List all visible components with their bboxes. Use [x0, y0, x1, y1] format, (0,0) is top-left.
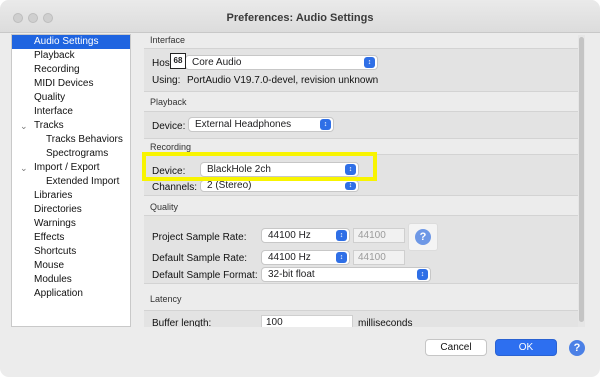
chevron-down-icon[interactable]: ⌄ [20, 161, 28, 175]
sidebar-item-label: Recording [34, 64, 80, 75]
sidebar-item-label: Modules [34, 274, 72, 285]
sidebar-item-interface[interactable]: Interface [12, 105, 130, 119]
default-rate-value: 44100 Hz [268, 252, 311, 263]
buffer-length-field[interactable]: 100 [261, 315, 353, 327]
sidebar-item-tracks[interactable]: ⌄ Tracks [12, 119, 130, 133]
chevron-updown-icon: ↕ [336, 252, 347, 263]
chevron-updown-icon: ↕ [320, 119, 331, 130]
section-title-recording: Recording [150, 142, 192, 152]
sidebar-item-label: MIDI Devices [34, 78, 94, 89]
sidebar-item-recording[interactable]: Recording [12, 63, 130, 77]
using-label: Using: [152, 75, 181, 86]
vertical-scrollbar[interactable] [578, 35, 585, 327]
sidebar-item-label: Playback [34, 50, 75, 61]
chevron-down-icon[interactable]: ⌄ [20, 119, 28, 133]
section-title-quality: Quality [150, 202, 179, 212]
sidebar-item-label: Warnings [34, 218, 76, 229]
sidebar-item-label: Mouse [34, 260, 65, 271]
default-format-select[interactable]: 32-bit float ↕ [261, 267, 431, 282]
default-rate-select[interactable]: 44100 Hz ↕ [261, 250, 350, 265]
sidebar-item-label: Directories [34, 204, 82, 215]
chevron-updown-icon: ↕ [417, 269, 428, 280]
default-rate-field[interactable]: 44100 [353, 250, 405, 265]
buffer-length-label: Buffer length: [152, 318, 212, 327]
recording-device-highlight [142, 152, 377, 181]
sidebar-item-playback[interactable]: Playback [12, 49, 130, 63]
section-title-latency: Latency [150, 294, 182, 304]
sidebar-item-directories[interactable]: Directories [12, 203, 130, 217]
sidebar-item-import-export[interactable]: ⌄ Import / Export [12, 161, 130, 175]
default-rate-label: Default Sample Rate: [152, 253, 248, 264]
sidebar-item-label: Tracks Behaviors [46, 134, 123, 145]
title-bar: Preferences: Audio Settings [0, 0, 600, 33]
default-format-label: Default Sample Format: [152, 270, 258, 281]
sidebar-item-spectrograms[interactable]: Spectrograms [12, 147, 130, 161]
sidebar-item-label: Interface [34, 106, 73, 117]
sidebar-item-label: Audio Settings [34, 36, 99, 47]
scrollbar-thumb[interactable] [579, 37, 584, 322]
sidebar-item-midi-devices[interactable]: MIDI Devices [12, 77, 130, 91]
ok-button[interactable]: OK [495, 339, 557, 356]
host-select[interactable]: Core Audio ↕ [185, 55, 378, 70]
sidebar-item-audio-settings[interactable]: Audio Settings [12, 35, 130, 49]
sidebar-item-label: Effects [34, 232, 65, 243]
sidebar-item-warnings[interactable]: Warnings [12, 217, 130, 231]
quality-help-container: ? [408, 223, 438, 251]
chevron-updown-icon: ↕ [364, 57, 375, 68]
sidebar-item-label: Shortcuts [34, 246, 77, 257]
cancel-button[interactable]: Cancel [425, 339, 487, 356]
channels-value: 2 (Stereo) [207, 180, 252, 191]
sidebar-item-application[interactable]: Application [12, 287, 130, 301]
using-value: PortAudio V19.7.0-devel, revision unknow… [187, 75, 379, 86]
sidebar-item-modules[interactable]: Modules [12, 273, 130, 287]
preferences-sidebar: Audio Settings Playback Recording MIDI D… [11, 34, 131, 327]
annotation-badge: 68 [170, 53, 186, 69]
buffer-length-unit: milliseconds [358, 318, 413, 327]
sidebar-item-label: Import / Export [34, 162, 100, 173]
sidebar-item-effects[interactable]: Effects [12, 231, 130, 245]
sidebar-item-mouse[interactable]: Mouse [12, 259, 130, 273]
sidebar-item-shortcuts[interactable]: Shortcuts [12, 245, 130, 259]
channels-label: Channels: [152, 182, 198, 193]
help-icon[interactable]: ? [569, 340, 585, 356]
playback-device-select[interactable]: External Headphones ↕ [188, 117, 334, 132]
sidebar-item-tracks-behaviors[interactable]: Tracks Behaviors [12, 133, 130, 147]
project-rate-select[interactable]: 44100 Hz ↕ [261, 228, 350, 243]
chevron-updown-icon: ↕ [345, 182, 356, 190]
sidebar-item-label: Quality [34, 92, 66, 103]
chevron-updown-icon: ↕ [336, 230, 347, 241]
playback-device-value: External Headphones [195, 119, 292, 130]
channels-select[interactable]: 2 (Stereo) ↕ [200, 180, 359, 192]
sidebar-item-extended-import[interactable]: Extended Import [12, 175, 130, 189]
project-rate-field[interactable]: 44100 [353, 228, 405, 243]
section-title-interface: Interface [150, 35, 186, 45]
preferences-window: Preferences: Audio Settings Audio Settin… [0, 0, 600, 377]
project-rate-value: 44100 Hz [268, 230, 311, 241]
sidebar-item-label: Tracks [34, 120, 64, 131]
section-title-playback: Playback [150, 97, 187, 107]
sidebar-item-label: Extended Import [46, 176, 120, 187]
window-title: Preferences: Audio Settings [226, 12, 374, 24]
sidebar-item-label: Application [34, 288, 83, 299]
sidebar-item-libraries[interactable]: Libraries [12, 189, 130, 203]
sidebar-item-label: Libraries [34, 190, 73, 201]
host-select-value: Core Audio [192, 57, 242, 68]
default-format-value: 32-bit float [268, 269, 315, 280]
sidebar-item-label: Spectrograms [46, 148, 109, 159]
project-rate-label: Project Sample Rate: [152, 232, 247, 243]
sidebar-item-quality[interactable]: Quality [12, 91, 130, 105]
host-label: Hos [152, 58, 170, 69]
playback-device-label: Device: [152, 121, 186, 132]
help-icon[interactable]: ? [415, 229, 431, 245]
